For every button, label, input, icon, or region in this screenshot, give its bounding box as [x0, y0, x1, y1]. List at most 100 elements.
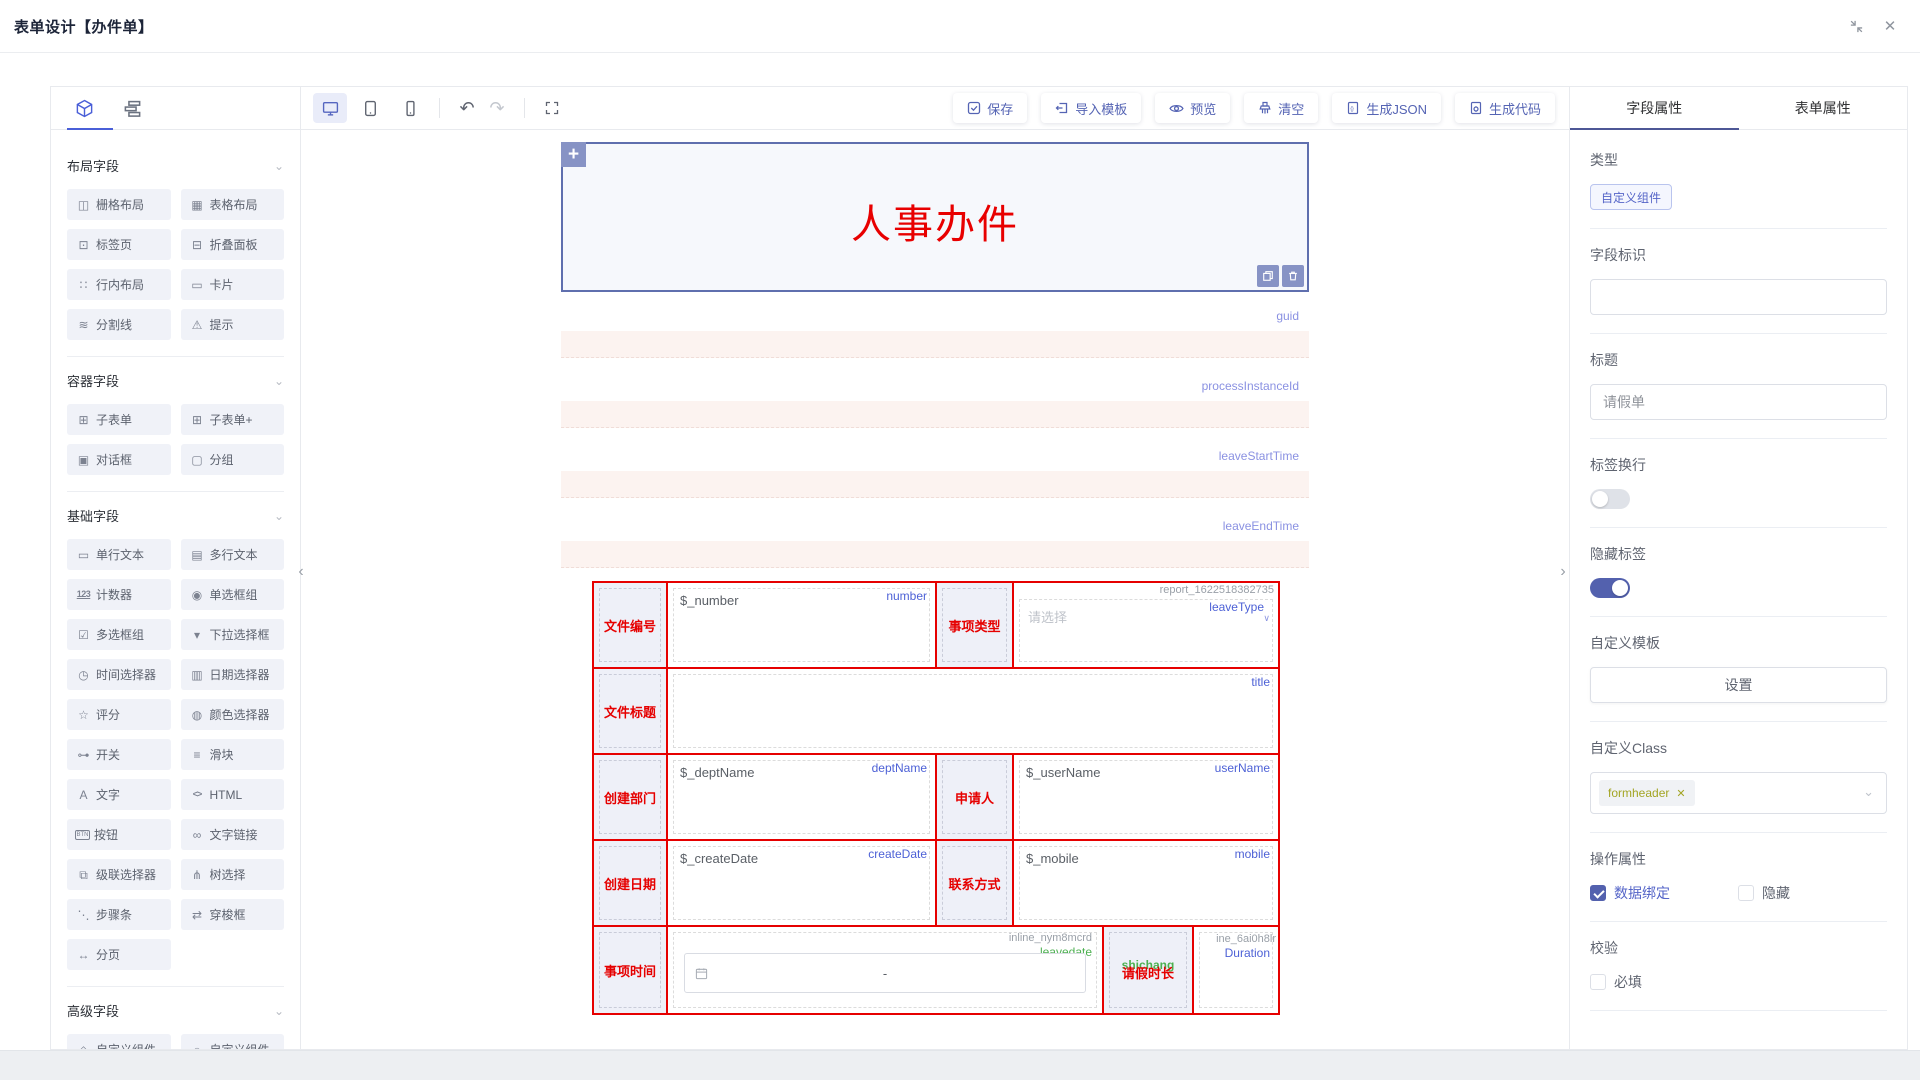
palette-item-button[interactable]: BTN按钮 — [67, 819, 171, 850]
label-cell[interactable]: 申请人 — [937, 755, 1014, 839]
delete-component-icon[interactable] — [1282, 265, 1304, 287]
redo-icon[interactable]: ↷ — [482, 93, 512, 123]
palette-item-subform[interactable]: ⊞子表单 — [67, 404, 171, 435]
hidden-field-leaveStartTime[interactable]: leaveStartTime — [561, 441, 1309, 498]
palette-item-color-picker[interactable]: ◍颜色选择器 — [181, 699, 285, 730]
tab-form-properties[interactable]: 表单属性 — [1739, 87, 1908, 129]
palette-item-dialog[interactable]: ▣对话框 — [67, 444, 171, 475]
tab-components-cube-icon[interactable] — [73, 97, 95, 119]
palette-item-date-picker[interactable]: ▥日期选择器 — [181, 659, 285, 690]
palette-item-rate[interactable]: ☆评分 — [67, 699, 171, 730]
palette-item-alert[interactable]: ⚠提示 — [181, 309, 285, 340]
palette-item-multi-line-text[interactable]: ▤多行文本 — [181, 539, 285, 570]
palette-item-tree-select[interactable]: ⋔树选择 — [181, 859, 285, 890]
palette-item-time-picker[interactable]: ◷时间选择器 — [67, 659, 171, 690]
palette-item-tab-page[interactable]: ⊡标签页 — [67, 229, 171, 260]
palette-item-radio-group[interactable]: ◉单选框组 — [181, 579, 285, 610]
palette-item-slider[interactable]: ≡滑块 — [181, 739, 285, 770]
tab-field-properties[interactable]: 字段属性 — [1570, 87, 1739, 129]
tab-outline-icon[interactable] — [121, 97, 143, 119]
palette-item-grid-layout[interactable]: ◫栅格布局 — [67, 189, 171, 220]
design-canvas[interactable]: + 人事办件 — [301, 130, 1569, 1049]
label-cell[interactable]: 事项时间 — [594, 927, 668, 1013]
hidden-field-leaveEndTime[interactable]: leaveEndTime — [561, 511, 1309, 568]
title-input[interactable] — [1590, 384, 1887, 420]
data-bind-checkbox[interactable]: 数据绑定 — [1590, 883, 1670, 903]
field-cell-leavedate[interactable]: inline_nym8mcrd leavedate - — [668, 927, 1104, 1013]
remove-tag-icon[interactable]: ✕ — [1676, 787, 1685, 800]
form-header-component-selected[interactable]: + 人事办件 — [561, 142, 1309, 292]
checkbox-unchecked-icon[interactable] — [1590, 974, 1606, 990]
clear-button[interactable]: 清空 — [1244, 93, 1318, 123]
palette-item-inline-layout[interactable]: ∷行内布局 — [67, 269, 171, 300]
chevron-down-icon[interactable]: ⌄ — [274, 1004, 284, 1018]
palette-item-collapse-panel[interactable]: ⊟折叠面板 — [181, 229, 285, 260]
label-wrap-toggle[interactable] — [1590, 489, 1630, 509]
device-tablet-button[interactable] — [353, 93, 387, 123]
palette-item-table-layout[interactable]: ▦表格布局 — [181, 189, 285, 220]
palette-item-custom-component[interactable]: ◇自定义组件 — [67, 1034, 171, 1049]
required-checkbox[interactable]: 必填 — [1590, 972, 1887, 992]
palette-item-single-line-text[interactable]: ▭单行文本 — [67, 539, 171, 570]
palette-item-select[interactable]: ▾下拉选择框 — [181, 619, 285, 650]
palette-item-checkbox-group[interactable]: ☑多选框组 — [67, 619, 171, 650]
save-button[interactable]: 保存 — [953, 93, 1027, 123]
drag-handle-icon[interactable]: + — [561, 142, 586, 167]
device-desktop-button[interactable] — [313, 93, 347, 123]
hide-label-toggle[interactable] — [1590, 578, 1630, 598]
field-cell-leaveType[interactable]: report_1622518382735 请选择 leaveType ∨ — [1014, 583, 1278, 667]
field-key-input[interactable] — [1590, 279, 1887, 315]
label-cell[interactable]: 文件编号 — [594, 583, 668, 667]
palette-item-custom-component-2[interactable]: ○自定义组件 — [181, 1034, 285, 1049]
custom-class-select[interactable]: formheader ✕ ⌄ — [1590, 772, 1887, 814]
label-cell-duration[interactable]: shichang 请假时长 — [1104, 927, 1194, 1013]
palette-item-text[interactable]: A文字 — [67, 779, 171, 810]
field-cell-userName[interactable]: $_userName userName — [1014, 755, 1278, 839]
palette-item-pagination[interactable]: ↔分页 — [67, 939, 171, 970]
field-cell-Duration[interactable]: ine_6ai0h8lr Duration — [1194, 927, 1278, 1013]
checkbox-checked-icon[interactable] — [1590, 885, 1606, 901]
preview-button[interactable]: 预览 — [1155, 93, 1230, 123]
hidden-checkbox[interactable]: 隐藏 — [1738, 883, 1790, 903]
palette-item-steps[interactable]: ⋱步骤条 — [67, 899, 171, 930]
generate-code-button[interactable]: 生成代码 — [1455, 93, 1555, 123]
field-cell-createDate[interactable]: $_createDate createDate — [668, 841, 937, 925]
undo-icon[interactable]: ↶ — [452, 93, 482, 123]
palette-item-transfer[interactable]: ⇄穿梭框 — [181, 899, 285, 930]
template-settings-button[interactable]: 设置 — [1590, 667, 1887, 703]
hidden-field-guid[interactable]: guid — [561, 301, 1309, 358]
chevron-down-icon[interactable]: ⌄ — [274, 509, 284, 523]
device-phone-button[interactable] — [393, 93, 427, 123]
palette-item-text-link[interactable]: ∞文字链接 — [181, 819, 285, 850]
field-cell-number[interactable]: $_number number — [668, 583, 937, 667]
field-cell-mobile[interactable]: $_mobile mobile — [1014, 841, 1278, 925]
palette-item-subform-plus[interactable]: ⊞子表单+ — [181, 404, 285, 435]
shrink-window-icon[interactable] — [1848, 18, 1864, 34]
collapse-right-panel-icon[interactable]: › — [1556, 552, 1570, 592]
close-icon[interactable]: ✕ — [1882, 18, 1898, 34]
label-cell[interactable]: 创建日期 — [594, 841, 668, 925]
palette-item-divider[interactable]: ≋分割线 — [67, 309, 171, 340]
palette-item-card[interactable]: ▭卡片 — [181, 269, 285, 300]
fullscreen-canvas-icon[interactable] — [537, 93, 567, 123]
date-range-input[interactable]: - — [684, 953, 1086, 993]
generate-json-button[interactable]: {} 生成JSON — [1332, 93, 1441, 123]
palette-item-switch[interactable]: ⊶开关 — [67, 739, 171, 770]
import-template-button[interactable]: 导入模板 — [1041, 93, 1141, 123]
palette-item-group[interactable]: ▢分组 — [181, 444, 285, 475]
copy-component-icon[interactable] — [1257, 265, 1279, 287]
label-cell[interactable]: 联系方式 — [937, 841, 1014, 925]
chevron-down-icon[interactable]: ⌄ — [274, 374, 284, 388]
palette-item-html[interactable]: <>HTML — [181, 779, 285, 810]
collapse-left-panel-icon[interactable]: ‹ — [294, 552, 308, 592]
checkbox-unchecked-icon[interactable] — [1738, 885, 1754, 901]
field-cell-title[interactable]: title — [668, 669, 1278, 753]
hidden-field-processInstanceId[interactable]: processInstanceId — [561, 371, 1309, 428]
label-cell[interactable]: 创建部门 — [594, 755, 668, 839]
palette-item-cascader[interactable]: ⧉级联选择器 — [67, 859, 171, 890]
field-cell-deptName[interactable]: $_deptName deptName — [668, 755, 937, 839]
label-cell[interactable]: 文件标题 — [594, 669, 668, 753]
palette-item-counter[interactable]: 123计数器 — [67, 579, 171, 610]
chevron-down-icon[interactable]: ⌄ — [274, 159, 284, 173]
label-cell[interactable]: 事项类型 — [937, 583, 1014, 667]
